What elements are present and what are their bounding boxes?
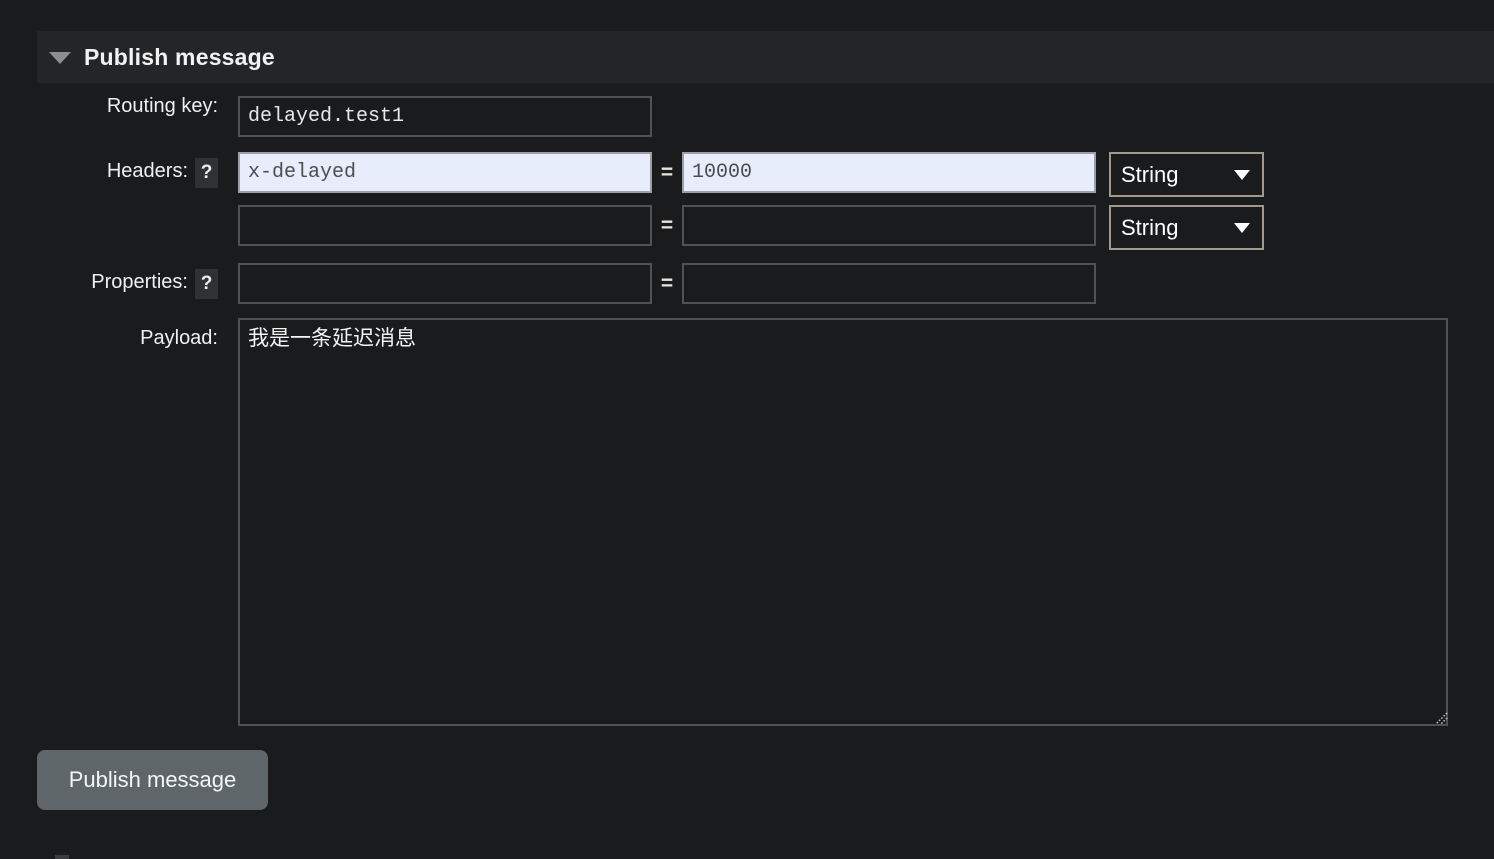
properties-label-wrap: Properties:? <box>0 263 218 304</box>
properties-help-icon[interactable]: ? <box>195 268 218 299</box>
property-value-input-1[interactable] <box>682 263 1096 304</box>
headers-row-2: = String <box>238 205 1494 250</box>
properties-row: Properties:? = <box>0 263 1494 304</box>
publish-message-section-header[interactable]: Publish message <box>37 31 1494 83</box>
property-key-input-1[interactable] <box>238 263 652 304</box>
headers-equals-2: = <box>660 214 674 237</box>
headers-row-1: Headers:? = String <box>0 152 1494 197</box>
properties-label: Properties: <box>91 271 188 293</box>
header-type-select-wrap-1: String <box>1109 152 1264 197</box>
chevron-down-icon[interactable] <box>49 52 71 64</box>
routing-key-label-wrap: Routing key: <box>0 96 218 117</box>
routing-key-label: Routing key: <box>106 95 218 117</box>
header-type-select-1[interactable]: String <box>1109 152 1264 197</box>
header-type-select-2[interactable]: String <box>1109 205 1264 250</box>
headers-label-wrap: Headers:? <box>0 152 218 193</box>
header-type-select-wrap-2: String <box>1109 205 1264 250</box>
page-bottom-cut-text <box>55 855 69 859</box>
header-value-input-1[interactable] <box>682 152 1096 193</box>
page-title: Publish message <box>84 43 275 70</box>
routing-key-input[interactable] <box>238 96 652 137</box>
headers-help-icon[interactable]: ? <box>195 157 218 188</box>
properties-equals-1: = <box>660 272 674 295</box>
payload-label: Payload: <box>140 327 218 349</box>
headers-label: Headers: <box>106 160 188 182</box>
payload-label-wrap: Payload: <box>0 328 218 349</box>
payload-textarea[interactable] <box>238 318 1448 726</box>
header-value-input-2[interactable] <box>682 205 1096 246</box>
publish-message-page: Publish message Routing key: Headers:? =… <box>0 0 1494 859</box>
header-key-input-1[interactable] <box>238 152 652 193</box>
header-key-input-2[interactable] <box>238 205 652 246</box>
routing-key-row: Routing key: <box>0 96 1494 137</box>
headers-equals-1: = <box>660 161 674 184</box>
publish-message-button[interactable]: Publish message <box>37 750 268 810</box>
